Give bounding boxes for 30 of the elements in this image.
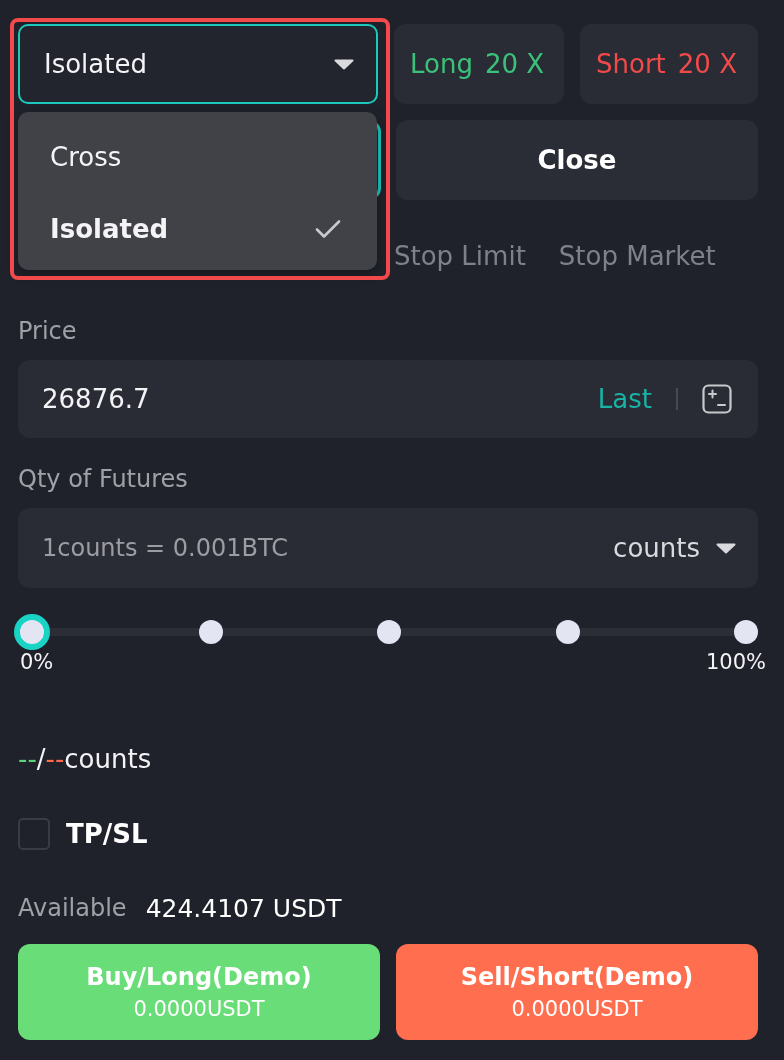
margin-mode-select[interactable]: Isolated: [18, 24, 378, 104]
price-field[interactable]: 26876.7 Last: [18, 360, 758, 438]
step-dot-icon: [377, 620, 401, 644]
dropdown-option[interactable]: Isolated: [18, 193, 377, 265]
step-dot-icon: [555, 620, 580, 644]
tp-sl-label: TP/SL: [66, 819, 148, 849]
step-dot-icon: [734, 620, 758, 644]
caret-icon: [716, 542, 736, 554]
order-type-tab[interactable]: Stop Limit: [394, 241, 526, 271]
available-balance: 424.4107 USDT: [145, 893, 342, 923]
long-leverage-button[interactable]: Long 20 X: [394, 24, 564, 104]
slider-thumb[interactable]: [14, 614, 50, 650]
step-dot-icon: [198, 620, 223, 644]
order-type-tab[interactable]: Stop Market: [558, 241, 716, 271]
quantity-label: Qty of Futures: [18, 464, 189, 494]
slider-min-label: 0%: [20, 650, 54, 674]
quantity-field[interactable]: 1counts = 0.001BTC counts: [18, 508, 758, 588]
max-quantity-text: --/--counts: [18, 743, 153, 775]
available-label: Available: [18, 894, 127, 922]
short-leverage-button[interactable]: Short 20 X: [580, 24, 758, 104]
price-label: Price: [18, 316, 78, 346]
checkmark-icon: [315, 219, 341, 239]
slider-max-label: 100%: [705, 650, 766, 674]
caret-icon: [334, 58, 354, 70]
plus-minus-icon[interactable]: [702, 384, 732, 414]
order-side-tab[interactable]: Close: [396, 120, 758, 200]
dropdown-option[interactable]: Cross: [18, 121, 377, 193]
last-price-button[interactable]: Last: [597, 384, 652, 414]
tp-sl-checkbox[interactable]: [18, 818, 50, 850]
unit-dropdown[interactable]: counts: [613, 533, 736, 563]
